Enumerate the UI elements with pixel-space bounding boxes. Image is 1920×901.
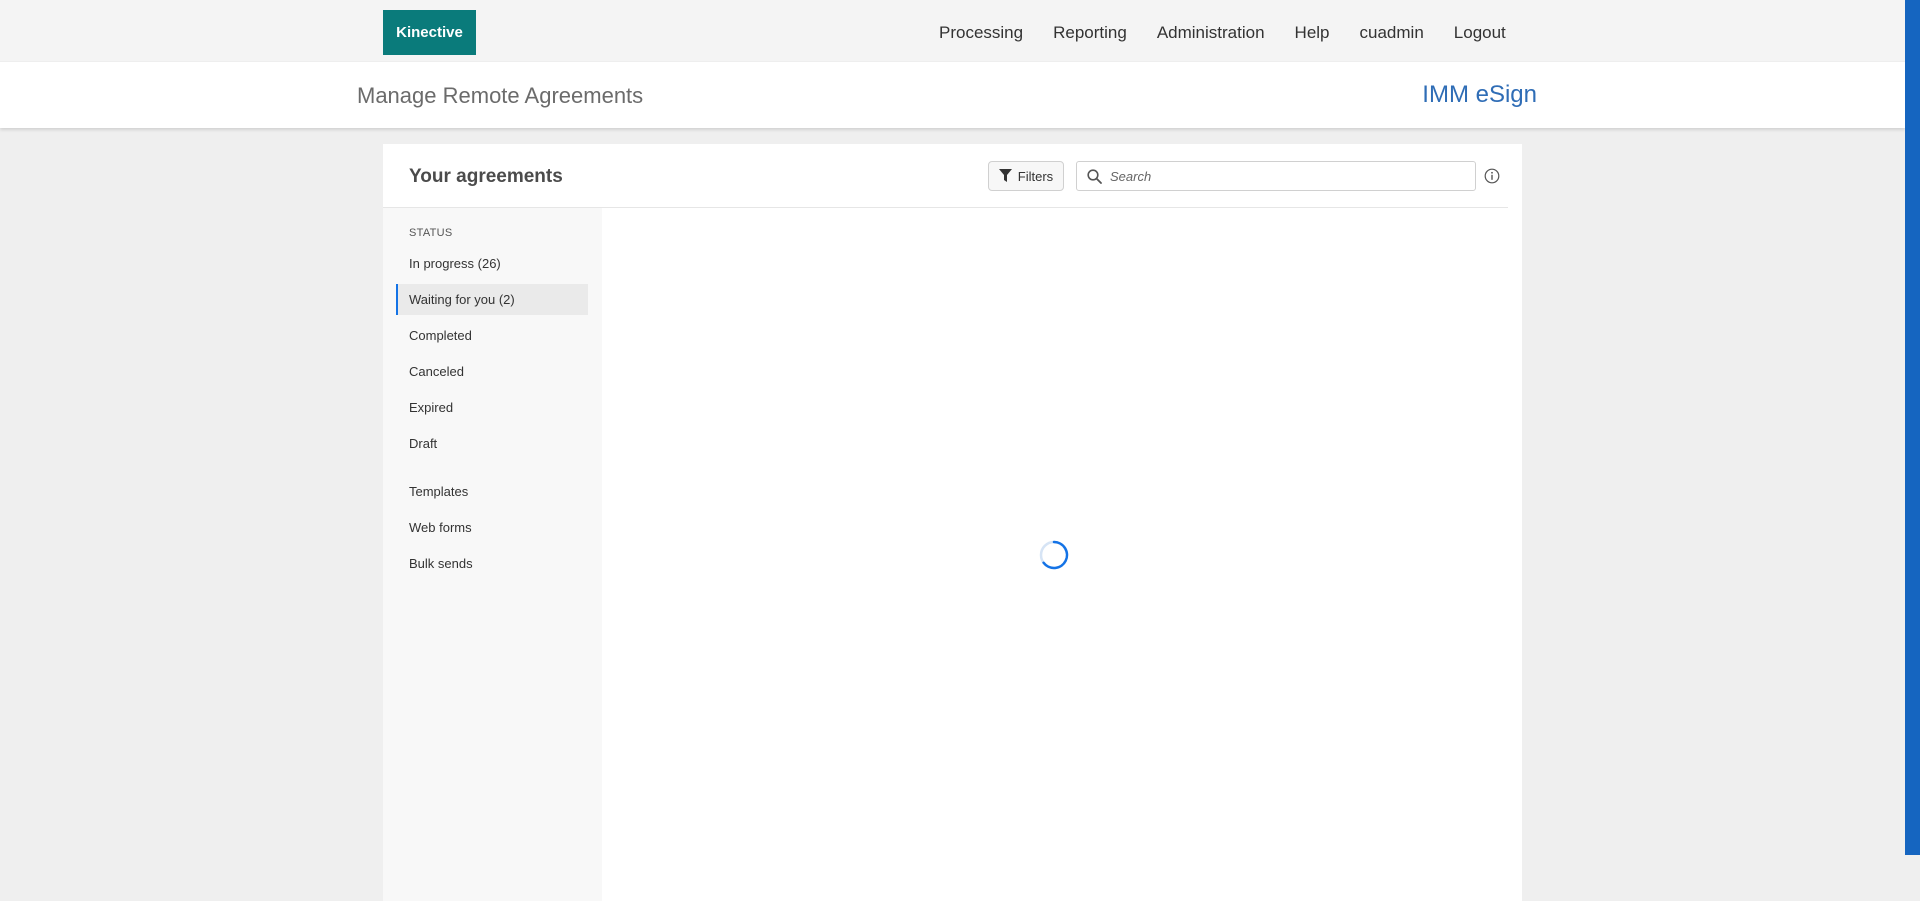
sidebar-item-expired[interactable]: Expired bbox=[396, 392, 588, 423]
nav-reporting[interactable]: Reporting bbox=[1053, 22, 1127, 44]
sidebar-item-label: Bulk sends bbox=[409, 556, 473, 571]
sidebar-item-in-progress[interactable]: In progress (26) bbox=[396, 248, 588, 279]
agreements-panel: Your agreements Filters Search STATUS In… bbox=[383, 144, 1522, 901]
status-sidebar: STATUS In progress (26) Waiting for you … bbox=[383, 208, 602, 901]
right-edge-bar bbox=[1905, 0, 1920, 855]
nav-administration[interactable]: Administration bbox=[1157, 22, 1265, 44]
sidebar-item-draft[interactable]: Draft bbox=[396, 428, 588, 459]
brand-label: Kinective bbox=[396, 24, 463, 41]
nav-user[interactable]: cuadmin bbox=[1360, 22, 1424, 44]
app-title: IMM eSign bbox=[1422, 81, 1537, 108]
main-nav: Processing Reporting Administration Help… bbox=[939, 22, 1536, 44]
sidebar-item-bulk-sends[interactable]: Bulk sends bbox=[396, 548, 588, 579]
search-input[interactable] bbox=[1108, 167, 1452, 185]
filters-label: Filters bbox=[1017, 168, 1054, 184]
nav-help[interactable]: Help bbox=[1295, 22, 1330, 44]
search-icon bbox=[1087, 168, 1102, 184]
top-navigation-bar: Kinective Processing Reporting Administr… bbox=[0, 0, 1905, 61]
status-heading: STATUS bbox=[409, 227, 453, 239]
loading-spinner-icon bbox=[1038, 539, 1070, 571]
nav-logout[interactable]: Logout bbox=[1454, 22, 1506, 44]
sidebar-item-canceled[interactable]: Canceled bbox=[396, 356, 588, 387]
sidebar-item-label: Draft bbox=[409, 436, 438, 451]
page-header: Manage Remote Agreements IMM eSign bbox=[0, 62, 1905, 128]
sidebar-item-label: Waiting for you (2) bbox=[409, 292, 515, 307]
sidebar-item-label: Canceled bbox=[409, 364, 464, 379]
sidebar-item-completed[interactable]: Completed bbox=[396, 320, 588, 351]
sidebar-item-label: In progress (26) bbox=[409, 256, 501, 271]
sidebar-item-label: Expired bbox=[409, 400, 454, 415]
sidebar-item-label: Completed bbox=[409, 328, 472, 343]
sidebar-item-label: Web forms bbox=[409, 520, 472, 535]
sidebar-item-label: Templates bbox=[409, 484, 469, 499]
agreements-panel-header: Your agreements Filters bbox=[383, 144, 1508, 208]
info-icon[interactable] bbox=[1484, 168, 1500, 184]
sidebar-item-web-forms[interactable]: Web forms bbox=[396, 512, 588, 543]
kinective-logo[interactable]: Kinective bbox=[383, 10, 476, 55]
page-title: Manage Remote Agreements bbox=[357, 83, 644, 108]
sidebar-item-templates[interactable]: Templates bbox=[396, 476, 588, 507]
filter-icon bbox=[998, 169, 1012, 183]
sidebar-item-waiting-for-you[interactable]: Waiting for you (2) bbox=[396, 284, 588, 315]
nav-processing[interactable]: Processing bbox=[939, 22, 1023, 44]
search-box bbox=[1076, 161, 1476, 191]
agreements-title: Your agreements bbox=[409, 166, 563, 187]
filters-button[interactable]: Filters bbox=[988, 161, 1064, 191]
